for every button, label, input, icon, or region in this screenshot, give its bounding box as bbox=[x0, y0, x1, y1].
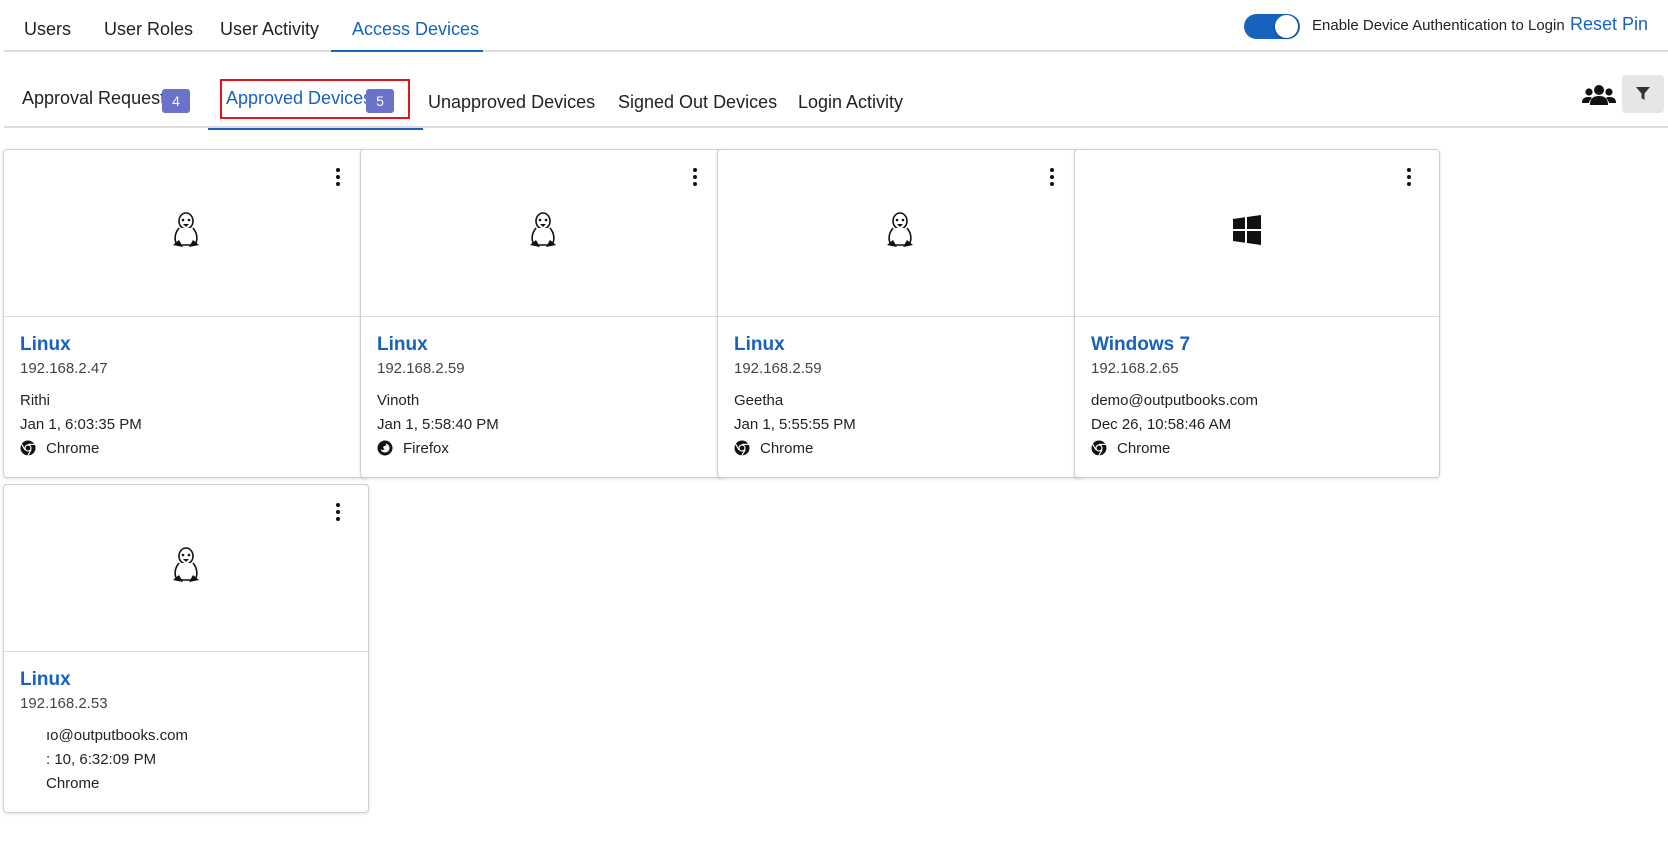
device-login-time: Dec 26, 10:58:46 AM bbox=[1091, 416, 1232, 433]
device-browser-label: Chrome bbox=[46, 440, 100, 457]
device-login-time: Jan 1, 5:55:55 PM bbox=[734, 416, 856, 433]
card-header bbox=[718, 150, 1082, 317]
windows-logo-icon bbox=[1231, 214, 1263, 252]
device-browser-label: Chrome bbox=[46, 775, 100, 792]
card-header bbox=[4, 150, 368, 317]
device-os-name[interactable]: Linux bbox=[734, 334, 785, 356]
tab-user-activity[interactable]: User Activity bbox=[220, 0, 319, 52]
firefox-icon bbox=[377, 440, 393, 456]
device-auth-toggle[interactable] bbox=[1244, 14, 1300, 39]
device-browser: Chrome bbox=[46, 775, 99, 792]
users-group-icon[interactable] bbox=[1582, 84, 1616, 106]
subtab-label: Approved Devices bbox=[226, 88, 373, 108]
subtab-label: Signed Out Devices bbox=[618, 92, 778, 112]
tab-access-devices[interactable]: Access Devices bbox=[331, 0, 483, 52]
more-vertical-icon[interactable] bbox=[334, 168, 342, 190]
sub-nav: Approval Requests 4 Approved Devices 5 U… bbox=[4, 72, 1668, 130]
linux-tux-icon bbox=[884, 212, 916, 250]
count-badge: 5 bbox=[366, 89, 394, 113]
filter-icon bbox=[1636, 87, 1650, 100]
subtab-label: Unapproved Devices bbox=[428, 92, 596, 112]
device-login-time: Jan 1, 5:58:40 PM bbox=[377, 416, 499, 433]
device-browser-label: Firefox bbox=[403, 440, 449, 457]
device-user: Vinoth bbox=[377, 392, 420, 409]
device-browser: Chrome bbox=[734, 440, 813, 457]
reset-pin-link[interactable]: Reset Pin bbox=[1570, 14, 1648, 35]
active-underline bbox=[208, 128, 423, 130]
tab-user-roles[interactable]: User Roles bbox=[104, 0, 193, 52]
card-header bbox=[4, 485, 368, 652]
linux-tux-icon bbox=[170, 212, 202, 250]
chrome-icon bbox=[20, 440, 36, 456]
device-browser: Chrome bbox=[1091, 440, 1170, 457]
device-browser: Firefox bbox=[377, 440, 449, 457]
device-ip: 192.168.2.53 bbox=[20, 695, 108, 712]
chrome-icon bbox=[1091, 440, 1107, 456]
card-header bbox=[1075, 150, 1439, 317]
device-ip: 192.168.2.65 bbox=[1091, 360, 1179, 377]
subtab-approved-devices[interactable]: Approved Devices 5 bbox=[208, 72, 423, 130]
device-login-time: : 10, 6:32:09 PM bbox=[46, 751, 157, 768]
device-login-time: Jan 1, 6:03:35 PM bbox=[20, 416, 142, 433]
count-badge: 4 bbox=[162, 89, 190, 113]
device-ip: 192.168.2.59 bbox=[377, 360, 465, 377]
device-os-name[interactable]: Linux bbox=[20, 334, 71, 356]
subtab-unapproved-devices[interactable]: Unapproved Devices bbox=[428, 72, 595, 128]
toggle-knob bbox=[1275, 15, 1298, 38]
device-card[interactable]: Linux 192.168.2.47 Rithi Jan 1, 6:03:35 … bbox=[3, 149, 369, 478]
device-ip: 192.168.2.59 bbox=[734, 360, 822, 377]
device-os-name[interactable]: Windows 7 bbox=[1091, 334, 1190, 356]
device-browser-label: Chrome bbox=[1117, 440, 1171, 457]
device-ip: 192.168.2.47 bbox=[20, 360, 108, 377]
device-browser-label: Chrome bbox=[760, 440, 814, 457]
subtab-login-activity[interactable]: Login Activity bbox=[798, 72, 918, 128]
subtab-signed-out-devices[interactable]: Signed Out Devices bbox=[618, 72, 778, 128]
device-user: Rithi bbox=[20, 392, 51, 409]
subtab-label: Login Activity bbox=[798, 92, 904, 112]
more-vertical-icon[interactable] bbox=[1048, 168, 1056, 190]
device-card[interactable]: Linux 192.168.2.53 ıo@outputbooks.com : … bbox=[3, 484, 369, 813]
subtab-label: Approval Requests bbox=[22, 88, 175, 108]
tab-users[interactable]: Users bbox=[24, 0, 71, 52]
device-card[interactable]: Linux 192.168.2.59 Vinoth Jan 1, 5:58:40… bbox=[360, 149, 726, 478]
more-vertical-icon[interactable] bbox=[691, 168, 699, 190]
device-os-name[interactable]: Linux bbox=[20, 669, 71, 691]
device-card[interactable]: Windows 7 192.168.2.65 demo@outputbooks.… bbox=[1074, 149, 1440, 478]
linux-tux-icon bbox=[527, 212, 559, 250]
more-vertical-icon[interactable] bbox=[334, 503, 342, 525]
device-user: ıo@outputbooks.com bbox=[46, 727, 188, 744]
chrome-icon bbox=[734, 440, 750, 456]
subtab-approval-requests[interactable]: Approval Requests 4 bbox=[22, 72, 202, 128]
filter-button[interactable] bbox=[1622, 75, 1664, 113]
linux-tux-icon bbox=[170, 547, 202, 585]
device-browser: Chrome bbox=[20, 440, 99, 457]
more-vertical-icon[interactable] bbox=[1405, 168, 1413, 190]
device-user: Geetha bbox=[734, 392, 784, 409]
device-auth-toggle-label: Enable Device Authentication to Login bbox=[1312, 17, 1565, 34]
device-os-name[interactable]: Linux bbox=[377, 334, 428, 356]
device-card[interactable]: Linux 192.168.2.59 Geetha Jan 1, 5:55:55… bbox=[717, 149, 1083, 478]
device-user: demo@outputbooks.com bbox=[1091, 392, 1258, 409]
card-header bbox=[361, 150, 725, 317]
